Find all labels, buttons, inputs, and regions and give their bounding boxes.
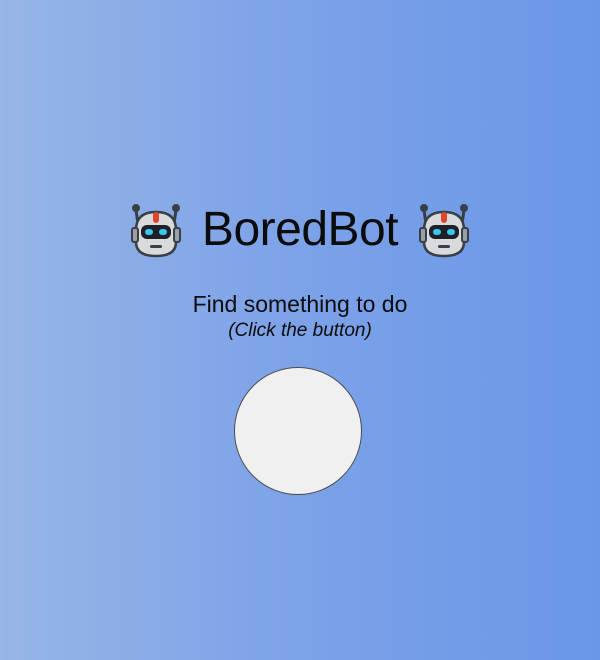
prompt-heading: Find something to do bbox=[192, 291, 408, 317]
prompt-hint: (Click the button) bbox=[228, 320, 372, 341]
app-title: BoredBot bbox=[201, 203, 399, 256]
robot-face-icon bbox=[419, 204, 470, 258]
find-activity-button[interactable] bbox=[234, 367, 362, 495]
robot-face-icon bbox=[130, 204, 181, 258]
header: BoredBot bbox=[0, 196, 600, 264]
